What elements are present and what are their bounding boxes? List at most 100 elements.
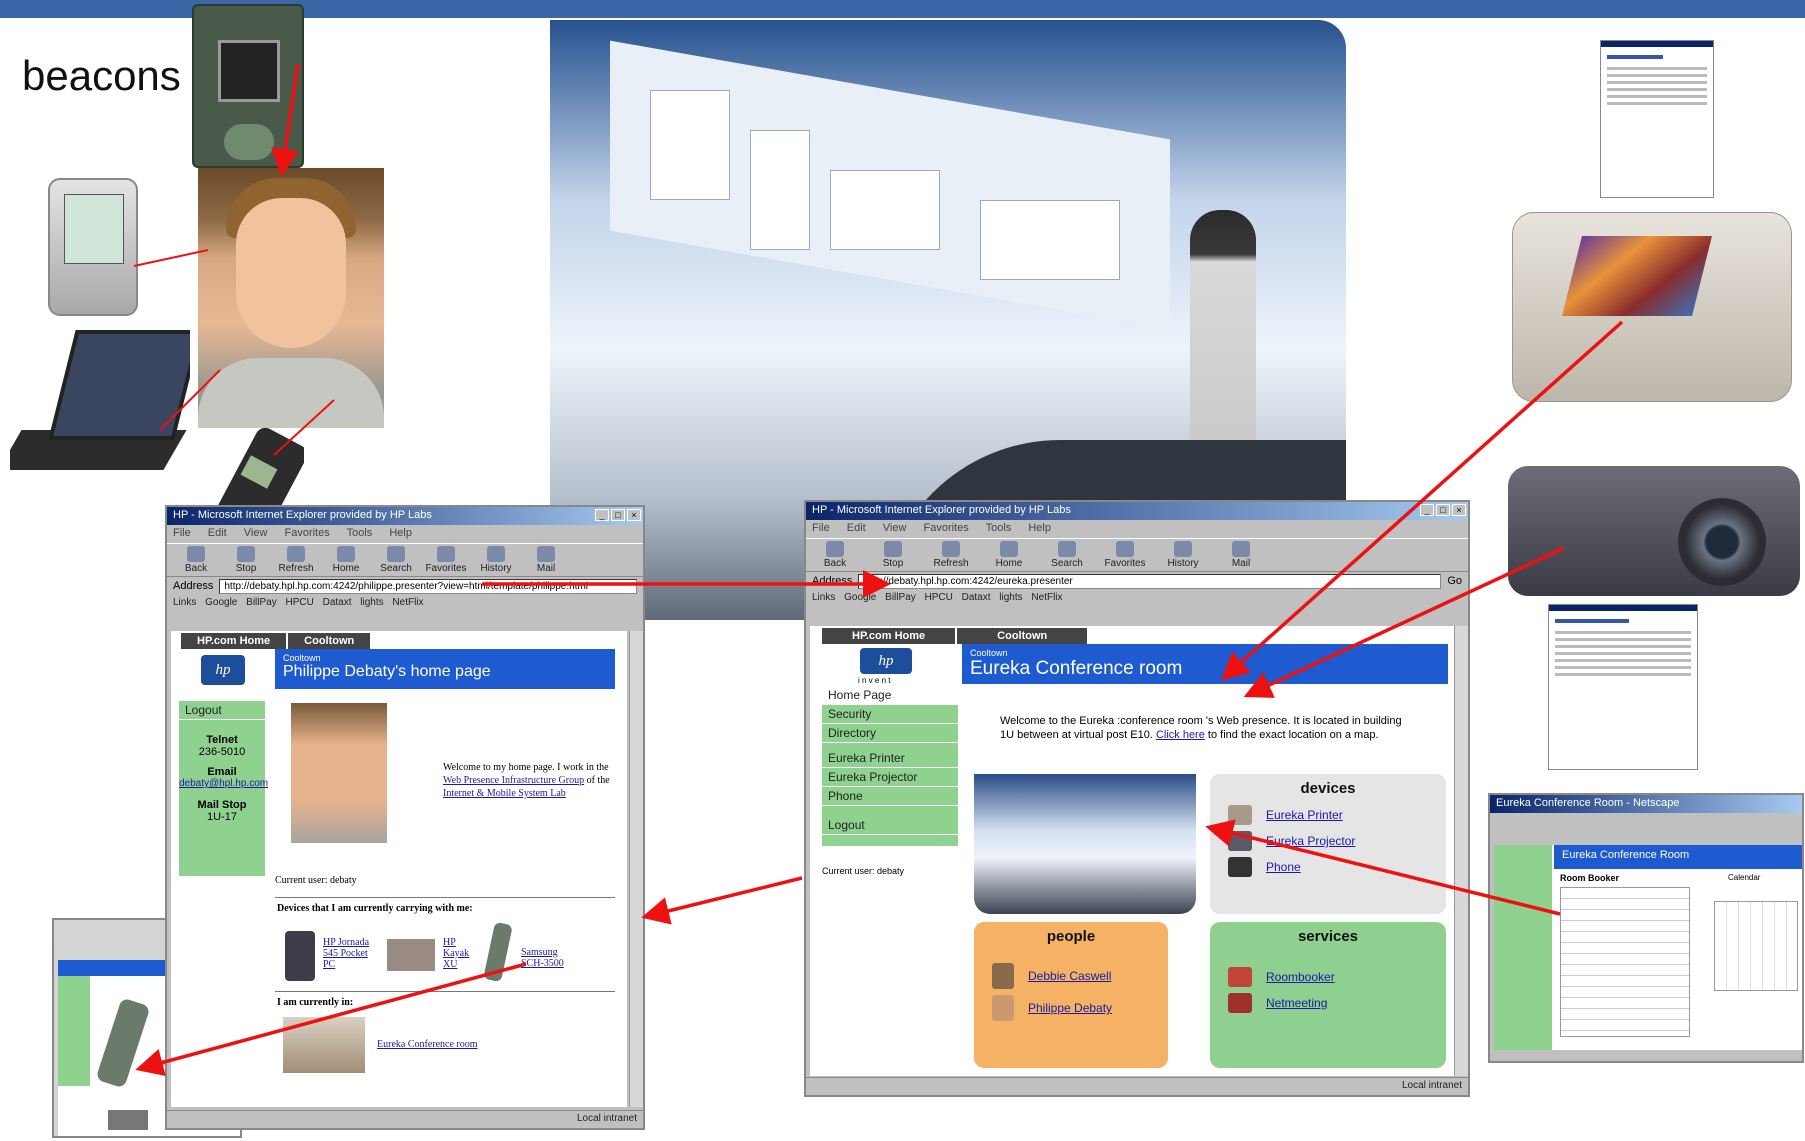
home-button[interactable]: Home [986,541,1032,569]
favorites-button[interactable]: Favorites [1102,541,1148,569]
web-presence-link[interactable]: Web Presence Infrastructure Group [443,775,584,786]
vertical-scrollbar[interactable] [1454,626,1468,1076]
address-label: Address [812,575,853,587]
device-link-phone[interactable]: Phone [1266,860,1301,874]
internet-mobile-lab-link[interactable]: Internet & Mobile System Lab [443,788,566,799]
menu-bar[interactable]: File Edit View Favorites Tools Help [806,520,1468,538]
invent-tagline: i n v e n t [858,676,891,685]
links-bar[interactable]: Links Google BillPay HPCU Dataxt lights … [806,590,1468,608]
device-link-projector[interactable]: Eureka Projector [1266,834,1355,848]
history-button[interactable]: History [1160,541,1206,569]
room-image [974,774,1196,914]
page-content: HP.com Home Cooltown hp i n v e n t Cool… [810,626,1454,1076]
back-button[interactable]: Back [812,541,858,569]
mail-button[interactable]: Mail [523,546,569,574]
device-link-samsung[interactable]: Samsung SCH-3500 [521,947,573,969]
page-header: Cooltown Eureka Conference room [962,644,1448,684]
search-button[interactable]: Search [373,546,419,574]
favorites-button[interactable]: Favorites [423,546,469,574]
page-content: HP.com Home Cooltown hp Cooltown Philipp… [171,631,627,1107]
stop-button[interactable]: Stop [870,541,916,569]
device-link-kayak[interactable]: HP Kayak XU [443,937,473,970]
tab-cooltown[interactable]: Cooltown [288,633,371,649]
roombooker-window[interactable]: Eureka Conference Room - Netscape Eureka… [1488,793,1804,1063]
vertical-scrollbar[interactable] [629,631,643,1107]
page-title-bar: Eureka Conference Room [1554,845,1802,869]
status-bar: Local intranet [806,1077,1468,1095]
person-link-debaty[interactable]: Philippe Debaty [1028,1001,1112,1015]
sidebar-item-security[interactable]: Security [822,705,958,724]
search-button[interactable]: Search [1044,541,1090,569]
close-button[interactable]: × [627,509,641,521]
laptop-photo [10,330,190,480]
right-browser-window[interactable]: HP - Microsoft Internet Explorer provide… [804,500,1470,1097]
board-pad [224,124,274,160]
status-bar: Local intranet [167,1110,643,1128]
email-link[interactable]: debaty@hpl.hp.com [179,778,268,789]
maximize-button[interactable]: □ [1436,504,1450,516]
device-link-printer[interactable]: Eureka Printer [1266,808,1343,822]
person-link-caswell[interactable]: Debbie Caswell [1028,969,1111,983]
booking-grid [1560,887,1690,1037]
sidebar-item-projector[interactable]: Eureka Projector [822,768,958,787]
click-here-link[interactable]: Click here [1156,729,1205,741]
address-input[interactable]: http://debaty.hpl.hp.com:4242/philippe.p… [219,578,637,594]
maximize-button[interactable]: □ [611,509,625,521]
stop-button[interactable]: Stop [223,546,269,574]
mailstop-value: 1U-17 [207,811,237,823]
location-heading: I am currently in: [277,997,354,1008]
page-title: Philippe Debaty's home page [283,663,491,680]
history-button[interactable]: History [473,546,519,574]
avatar [992,963,1014,989]
service-link-roombooker[interactable]: Roombooker [1266,970,1335,984]
toolbar: Back Stop Refresh Home Search Favorites … [806,538,1468,572]
tab-hp-home[interactable]: HP.com Home [822,628,956,644]
projector-webpage-thumbnail [1548,604,1698,770]
telnet-label: Telnet [206,734,238,746]
address-bar: Address http://debaty.hpl.hp.com:4242/ph… [167,577,643,595]
arrow-page-to-homepage [641,876,803,925]
minimize-button[interactable]: _ [1420,504,1434,516]
address-input[interactable]: http://debaty.hpl.hp.com:4242/eureka.pre… [858,573,1442,589]
hp-logo[interactable]: hp [860,648,912,674]
links-bar[interactable]: Links Google BillPay HPCU Dataxt lights … [167,595,643,613]
sidebar-item-home[interactable]: Home Page [822,686,958,705]
device-link-jornada[interactable]: HP Jornada 545 Pocket PC [323,937,379,970]
left-browser-window[interactable]: HP - Microsoft Internet Explorer provide… [165,505,645,1130]
tab-cooltown[interactable]: Cooltown [957,628,1088,644]
profile-photo [291,703,387,843]
refresh-button[interactable]: Refresh [928,541,974,569]
refresh-button[interactable]: Refresh [273,546,319,574]
sidebar-item-logout[interactable]: Logout [822,816,958,835]
tab-hp-home[interactable]: HP.com Home [181,633,287,649]
devices-panel: devices Eureka Printer Eureka Projector … [1210,774,1446,914]
service-link-netmeeting[interactable]: Netmeeting [1266,996,1327,1010]
services-panel: services Roombooker Netmeeting [1210,922,1446,1068]
jornada-icon [285,931,315,981]
pda-photo [48,178,138,316]
location-link[interactable]: Eureka Conference room [377,1039,478,1050]
person-photo [198,168,384,428]
beacon-board-photo [192,4,304,168]
menu-bar[interactable]: File Edit View Favorites Tools Help [167,525,643,543]
sidebar: Home Page Security Directory Eureka Prin… [822,686,958,846]
minimize-button[interactable]: _ [595,509,609,521]
back-button[interactable]: Back [173,546,219,574]
current-user: Current user: debaty [822,866,905,876]
mail-button[interactable]: Mail [1218,541,1264,569]
welcome-text: Welcome to my home page. I work in the W… [443,762,610,799]
logout-link[interactable]: Logout [179,701,265,720]
printer-webpage-thumbnail [1600,40,1714,198]
go-button[interactable]: Go [1447,575,1462,587]
avatar [992,995,1014,1021]
close-button[interactable]: × [1452,504,1466,516]
room-thumbnail [283,1017,365,1073]
address-label: Address [173,580,214,592]
sidebar-item-printer[interactable]: Eureka Printer [822,749,958,768]
hp-logo[interactable]: hp [201,655,245,685]
sidebar-item-phone[interactable]: Phone [822,787,958,806]
sidebar-item-directory[interactable]: Directory [822,724,958,743]
home-button[interactable]: Home [323,546,369,574]
kayak-icon [387,939,435,971]
netmeeting-icon [1228,993,1252,1013]
